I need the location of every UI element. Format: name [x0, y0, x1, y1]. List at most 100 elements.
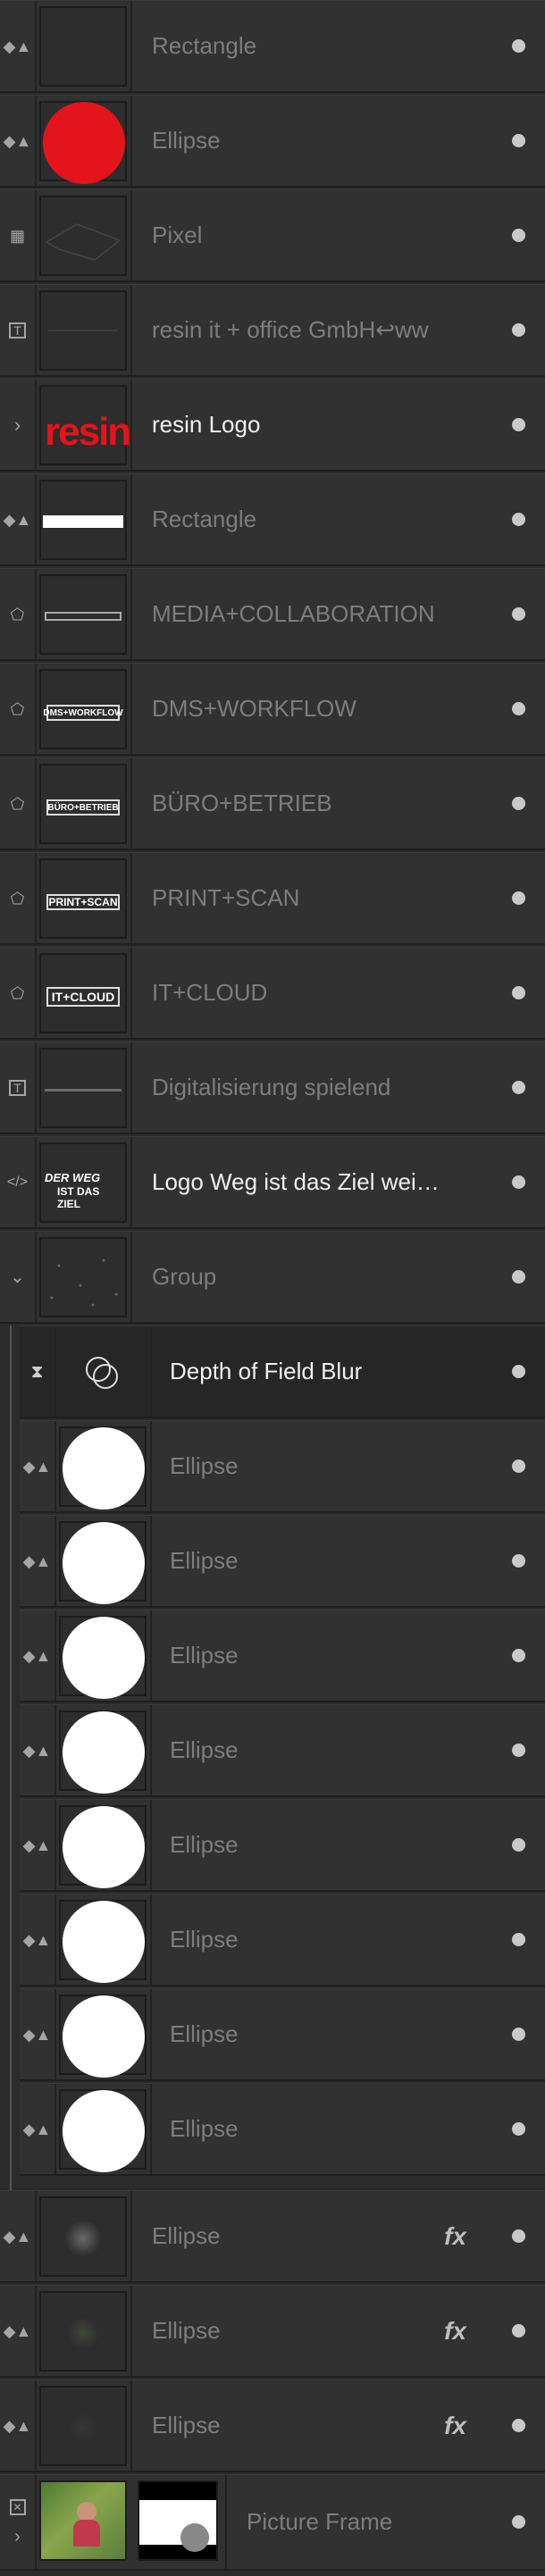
visibility-toggle[interactable]: [512, 1932, 525, 1946]
layer-row-ellipse[interactable]: ◆▲ Ellipse fx: [0, 2379, 545, 2472]
thumb-text: IST DAS ZIEL: [57, 1185, 100, 1210]
layer-row-text[interactable]: T Digitalisierung spielend: [0, 1041, 545, 1134]
layer-label: Ellipse: [170, 1547, 239, 1574]
visibility-toggle[interactable]: [512, 38, 525, 53]
shape-icon: ◆▲: [0, 96, 37, 186]
shape-icon: ◆▲: [0, 2380, 37, 2471]
layer-thumbnail: [59, 1900, 147, 1983]
layer-label: Ellipse: [152, 2222, 221, 2249]
visibility-toggle[interactable]: [512, 2418, 525, 2432]
layer-thumbnail: [39, 1048, 127, 1128]
layer-label: Ellipse: [170, 1926, 239, 1953]
symbol-icon: ⬠: [0, 664, 37, 754]
visibility-toggle[interactable]: [512, 701, 525, 715]
layer-thumbnail: [39, 6, 127, 87]
layer-thumbnail: [59, 2089, 147, 2172]
shape-icon: ◆▲: [0, 2286, 37, 2376]
layer-row-ellipse[interactable]: ◆▲ Ellipse: [20, 2083, 545, 2176]
layer-label: Ellipse: [170, 1736, 239, 1763]
layer-label: MEDIA+COLLABORATION: [152, 600, 435, 627]
visibility-toggle[interactable]: [512, 2229, 525, 2243]
layer-row-ellipse[interactable]: ◆▲ Ellipse: [0, 95, 545, 188]
layers-panel: ◆▲ Rectangle ◆▲ Ellipse ▦ Pixel T resin …: [0, 0, 545, 2576]
visibility-toggle[interactable]: [512, 1269, 525, 1284]
visibility-toggle[interactable]: [512, 1459, 525, 1473]
layer-row-pixel[interactable]: ▦ Pixel: [0, 189, 545, 282]
shape-icon: ◆▲: [0, 1, 37, 91]
layer-row-resin-logo[interactable]: › resin resin Logo: [0, 379, 545, 472]
layer-row-symbol[interactable]: ⬠ MEDIA+COLLABORATION: [0, 568, 545, 661]
layer-row-live-filter[interactable]: ⧗ Depth of Field Blur: [20, 1326, 545, 1418]
visibility-toggle[interactable]: [512, 322, 525, 337]
visibility-toggle[interactable]: [512, 512, 525, 526]
layer-label: PRINT+SCAN: [152, 884, 300, 911]
layer-row-ellipse[interactable]: ◆▲ Ellipse: [20, 1704, 545, 1797]
effects-fx-icon[interactable]: fx: [444, 2317, 466, 2346]
effects-fx-icon[interactable]: fx: [444, 2412, 466, 2440]
layer-row-ellipse[interactable]: ◆▲ Ellipse: [20, 1988, 545, 2081]
visibility-toggle[interactable]: [512, 1175, 525, 1189]
visibility-toggle[interactable]: [512, 2121, 525, 2136]
layer-thumbnail: [59, 1616, 147, 1699]
layer-thumbnail: [39, 101, 127, 184]
hourglass-icon: ⧗: [20, 1326, 56, 1417]
visibility-toggle[interactable]: [512, 985, 525, 999]
layer-label: Rectangle: [152, 32, 257, 59]
visibility-toggle[interactable]: [512, 417, 525, 431]
layer-label: BÜRO+BETRIEB: [152, 790, 332, 816]
layer-label: Digitalisierung spielend: [152, 1074, 391, 1100]
chevron-right-icon[interactable]: ›: [0, 380, 37, 470]
effects-fx-icon[interactable]: fx: [444, 2222, 466, 2251]
layer-row-ellipse[interactable]: ◆▲ Ellipse: [20, 1610, 545, 1702]
layer-thumbnail: [59, 1805, 147, 1888]
layer-row-ellipse[interactable]: ◆▲ Ellipse: [20, 1420, 545, 1513]
visibility-toggle[interactable]: [512, 796, 525, 810]
visibility-toggle[interactable]: [512, 1743, 525, 1757]
layer-row-rectangle[interactable]: ◆▲ Rectangle: [0, 0, 545, 93]
layer-row-group[interactable]: ⌄ Group: [0, 1231, 545, 1324]
shape-icon: ◆▲: [20, 1894, 56, 1985]
layer-row-ellipse[interactable]: ◆▲ Ellipse fx: [0, 2285, 545, 2378]
thumb-badge: PRINT+SCAN: [46, 894, 120, 910]
layer-row-symbol[interactable]: ⬠ DMS+WORKFLOW DMS+WORKFLOW: [0, 663, 545, 756]
layer-row-symbol[interactable]: ⬠ BÜRO+BETRIEB BÜRO+BETRIEB: [0, 757, 545, 850]
layer-row-ellipse[interactable]: ◆▲ Ellipse: [20, 1799, 545, 1892]
shape-icon: ◆▲: [20, 1989, 56, 2079]
visibility-toggle[interactable]: [512, 2514, 525, 2529]
visibility-toggle[interactable]: [512, 2027, 525, 2041]
layer-thumbnail: [39, 480, 127, 560]
visibility-toggle[interactable]: [512, 1364, 525, 1378]
layer-row-text[interactable]: T resin it + office GmbH↩ww: [0, 284, 545, 377]
chevron-down-icon[interactable]: ⌄: [0, 1232, 37, 1322]
layer-row-ellipse[interactable]: ◆▲ Ellipse fx: [0, 2190, 545, 2283]
layer-row-picture-frame[interactable]: ✕ › Picture Frame: [0, 2474, 545, 2571]
visibility-toggle[interactable]: [512, 228, 525, 242]
visibility-toggle[interactable]: [512, 606, 525, 621]
visibility-toggle[interactable]: [512, 1080, 525, 1094]
layer-thumbnail: [39, 574, 127, 655]
layer-thumbnail: IT+CLOUD: [39, 953, 127, 1033]
layer-thumbnail: [39, 1237, 127, 1317]
visibility-toggle[interactable]: [512, 1837, 525, 1852]
pixel-icon: ▦: [0, 190, 37, 280]
layer-row-rectangle[interactable]: ◆▲ Rectangle: [0, 473, 545, 566]
layer-row-symbol[interactable]: ⬠ IT+CLOUD IT+CLOUD: [0, 947, 545, 1040]
visibility-toggle[interactable]: [512, 133, 525, 147]
chevron-right-icon: ›: [14, 2526, 21, 2547]
layer-thumbnail: [39, 2386, 127, 2466]
layer-row-ellipse[interactable]: ◆▲ Ellipse: [20, 1515, 545, 1608]
layer-thumbnail: [59, 1995, 147, 2078]
visibility-toggle[interactable]: [512, 891, 525, 905]
layer-row-symbol[interactable]: ⬠ PRINT+SCAN PRINT+SCAN: [0, 852, 545, 945]
layer-label: resin it + office GmbH↩ww: [152, 316, 429, 343]
layer-label: Ellipse: [152, 127, 221, 154]
layer-label: Logo Weg ist das Ziel wei…: [152, 1168, 440, 1195]
layer-row-ellipse[interactable]: ◆▲ Ellipse: [20, 1894, 545, 1986]
layer-thumbnail: resin: [39, 385, 131, 465]
visibility-toggle[interactable]: [512, 1648, 525, 1662]
layer-label: Rectangle: [152, 506, 257, 532]
layer-row-svg[interactable]: </> DER WEG IST DAS ZIEL Logo Weg ist da…: [0, 1136, 545, 1229]
visibility-toggle[interactable]: [512, 2323, 525, 2338]
visibility-toggle[interactable]: [512, 1553, 525, 1568]
layer-thumbnail: PRINT+SCAN: [39, 858, 127, 939]
